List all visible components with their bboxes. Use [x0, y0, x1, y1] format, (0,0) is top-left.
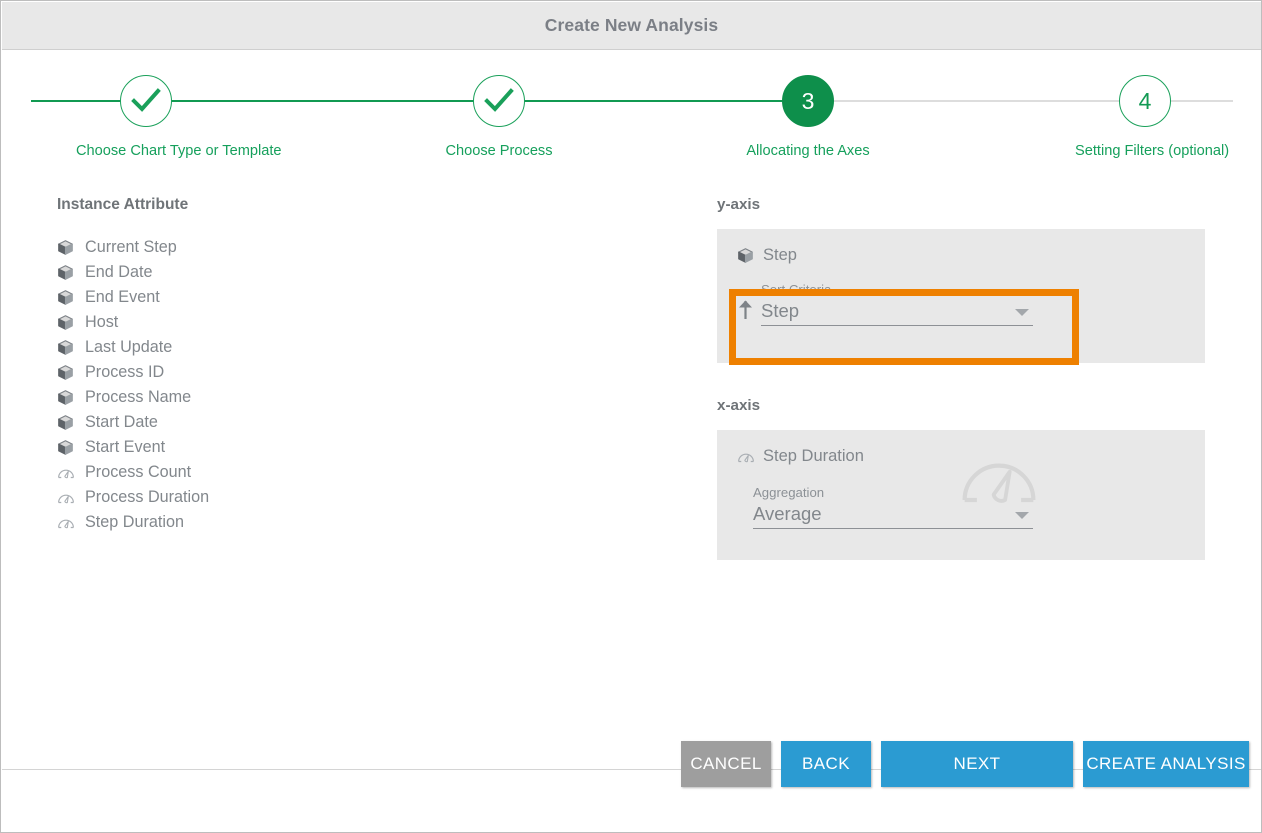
check-icon	[131, 88, 161, 114]
cube-icon	[57, 339, 85, 356]
attribute-item-process-id[interactable]: Process ID	[57, 360, 477, 385]
attribute-item-start-date[interactable]: Start Date	[57, 410, 477, 435]
gauge-icon	[57, 516, 85, 530]
stepper-step-2-label: Choose Process	[429, 143, 569, 159]
stepper-step-3-label: Allocating the Axes	[738, 143, 878, 159]
aggregation-select[interactable]: Aggregation Average	[753, 485, 1033, 529]
gauge-icon	[57, 491, 85, 505]
x-axis-field-header: Step Duration	[717, 430, 1205, 466]
cube-icon	[57, 414, 85, 431]
cancel-button[interactable]: CANCEL	[681, 741, 771, 787]
attribute-label: Process ID	[85, 363, 164, 382]
aggregation-value: Average	[753, 502, 1033, 525]
y-axis-heading: y-axis	[717, 196, 1217, 213]
attribute-item-process-name[interactable]: Process Name	[57, 385, 477, 410]
cube-icon	[57, 239, 85, 256]
create-analysis-button[interactable]: CREATE ANALYSIS	[1083, 741, 1249, 787]
gauge-icon	[737, 450, 763, 464]
cube-icon	[57, 314, 85, 331]
create-analysis-dialog: Create New Analysis Choose Chart Type or…	[0, 0, 1262, 833]
gauge-icon	[57, 466, 85, 480]
check-icon	[484, 88, 514, 114]
cube-icon	[737, 247, 763, 264]
aggregation-label: Aggregation	[753, 485, 1033, 500]
next-button[interactable]: NEXT	[881, 741, 1073, 787]
step-4-marker: 4	[1119, 75, 1171, 127]
step-4-number: 4	[1139, 90, 1152, 113]
cube-icon	[57, 389, 85, 406]
step-3-marker: 3	[782, 75, 834, 127]
cube-icon	[57, 364, 85, 381]
attribute-item-end-date[interactable]: End Date	[57, 260, 477, 285]
aggregation-row[interactable]: Aggregation Average	[753, 485, 1093, 529]
attribute-item-process-count[interactable]: Process Count	[57, 460, 477, 485]
sort-criteria-value: Step	[761, 299, 1033, 322]
stepper-step-2[interactable]: Choose Process	[429, 51, 569, 159]
sort-criteria-select[interactable]: Sort Criteria Step	[761, 282, 1033, 326]
attribute-label: Current Step	[85, 238, 177, 257]
attribute-item-end-event[interactable]: End Event	[57, 285, 477, 310]
attribute-label: Start Date	[85, 413, 158, 432]
x-axis-field-name: Step Duration	[763, 447, 864, 466]
x-axis-heading: x-axis	[717, 397, 1217, 414]
attribute-item-step-duration[interactable]: Step Duration	[57, 510, 477, 535]
step-2-marker	[473, 75, 525, 127]
arrow-up-icon[interactable]	[729, 299, 761, 326]
axis-configuration-panel: y-axis Step Sort Criteria Step x-axis	[717, 196, 1217, 560]
cube-icon	[57, 264, 85, 281]
y-axis-field-name: Step	[763, 246, 797, 265]
stepper-step-3[interactable]: 3 Allocating the Axes	[738, 51, 878, 159]
chevron-down-icon[interactable]	[1015, 512, 1029, 519]
instance-attribute-title: Instance Attribute	[57, 196, 477, 214]
instance-attribute-panel: Instance Attribute Current Step End Date…	[57, 196, 477, 535]
sort-criteria-label: Sort Criteria	[761, 282, 1033, 297]
dialog-title: Create New Analysis	[545, 15, 718, 36]
attribute-label: Start Event	[85, 438, 165, 457]
stepper-step-1[interactable]: Choose Chart Type or Template	[76, 51, 216, 159]
step-1-marker	[120, 75, 172, 127]
wizard-stepper: Choose Chart Type or Template Choose Pro…	[1, 51, 1261, 171]
cube-icon	[57, 289, 85, 306]
x-axis-card[interactable]: Step Duration Aggregation Average	[717, 430, 1205, 560]
attribute-item-start-event[interactable]: Start Event	[57, 435, 477, 460]
y-axis-field-header: Step	[717, 229, 1205, 265]
attribute-label: Process Count	[85, 463, 191, 482]
attribute-item-current-step[interactable]: Current Step	[57, 235, 477, 260]
attribute-label: Host	[85, 313, 118, 332]
chevron-down-icon[interactable]	[1015, 309, 1029, 316]
stepper-step-1-label: Choose Chart Type or Template	[76, 143, 216, 159]
y-axis-card[interactable]: Step Sort Criteria Step	[717, 229, 1205, 363]
dialog-footer: CANCEL BACK NEXT CREATE ANALYSIS	[2, 769, 1261, 831]
step-3-number: 3	[802, 90, 815, 113]
stepper-step-4[interactable]: 4 Setting Filters (optional)	[1075, 51, 1215, 159]
sort-criteria-row[interactable]: Sort Criteria Step	[729, 282, 1079, 326]
attribute-item-process-duration[interactable]: Process Duration	[57, 485, 477, 510]
attribute-label: End Date	[85, 263, 153, 282]
cube-icon	[57, 439, 85, 456]
stepper-step-4-label: Setting Filters (optional)	[1075, 143, 1215, 159]
attribute-item-host[interactable]: Host	[57, 310, 477, 335]
attribute-label: Process Name	[85, 388, 191, 407]
dialog-titlebar: Create New Analysis	[2, 2, 1261, 50]
attribute-label: Step Duration	[85, 513, 184, 532]
attribute-label: End Event	[85, 288, 160, 307]
attribute-label: Process Duration	[85, 488, 209, 507]
attribute-item-last-update[interactable]: Last Update	[57, 335, 477, 360]
back-button[interactable]: BACK	[781, 741, 871, 787]
attribute-label: Last Update	[85, 338, 172, 357]
